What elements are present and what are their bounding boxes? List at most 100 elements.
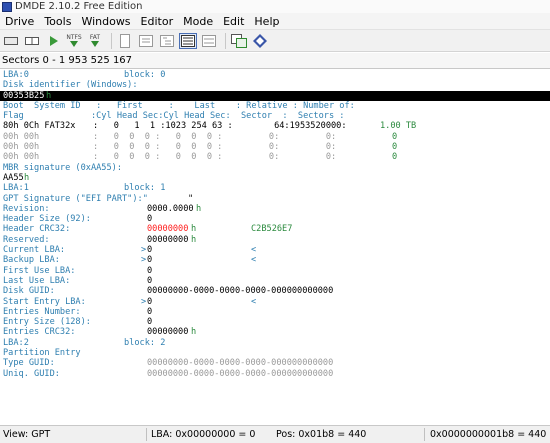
list-item[interactable]: Uniq. GUID: 00000000-0000-0000-0000-0000… [0,369,550,379]
field-value[interactable]: 00000000 [147,224,188,234]
field-value[interactable]: 0000.0000 [147,204,194,214]
list-item[interactable]: Header CRC32: 00000000 h C2B526E7 [0,224,550,234]
ntfs-button[interactable]: NTFS [65,33,83,49]
table-row[interactable]: 80h 0Ch FAT32x : 0 1 1 :1023 254 63 : 64… [0,121,550,131]
field-label: Header Size (92): [3,214,91,225]
menu-help[interactable]: Help [249,13,284,30]
copy-icon [231,33,247,48]
link-marker: < [251,296,257,307]
title-bar: DMDE 2.10.2 Free Edition [0,0,550,13]
undo-button[interactable] [251,33,269,49]
link-marker: < [251,245,257,256]
list-item[interactable]: Last Use LBA: 0 [0,276,550,286]
partitions-button[interactable] [23,33,41,49]
list-item[interactable]: 00353B25 h [0,90,550,101]
field-label: GPT Signature ("EFI PART"):" [3,193,148,204]
list-item[interactable]: Entry Size (128): 0 [0,317,550,327]
hex-icon [202,34,216,47]
list-item: Boot System ID : First : Last : Relative… [0,101,550,111]
hex-suffix: h [191,327,197,338]
field-label: MBR signature (0xAA55): [3,162,122,173]
field-label: Reserved: [3,234,50,245]
field-value[interactable]: AA55 [3,173,24,183]
list-item[interactable]: Revision: 0000.0000 h [0,204,550,214]
hex-suffix: h [191,224,197,235]
table-header: Boot System ID : First : Last : Relative… [3,100,355,111]
list-item[interactable]: Header Size (92): 0 [0,214,550,224]
field-value[interactable]: 0 [147,307,152,317]
list-item[interactable]: Current LBA: > 0 < [0,245,550,255]
partition-values: : 0 0 0 : 0 0 0 : 0: 0: [93,142,337,153]
fat-button[interactable]: FAT [86,33,104,49]
field-value[interactable]: 00000000 [147,235,188,245]
field-label: Header CRC32: [3,224,71,235]
template-icon [181,34,195,47]
hex-suffix: h [46,90,52,101]
lba-label: LBA:2 [3,337,29,348]
list-item: Partition Entry [0,348,550,358]
partition-size: 0 [392,152,398,163]
list-item[interactable]: AA55 h [0,173,550,183]
tree-icon [160,34,174,47]
partition-size: 0 [392,131,398,142]
partition-icon [25,36,39,45]
view-template-button[interactable] [179,32,197,49]
partition-size: 1.00 TB [380,121,417,132]
list-item[interactable]: Disk GUID: 00000000-0000-0000-0000-00000… [0,286,550,296]
table-row[interactable]: 00h 00h : 0 0 0 : 0 0 0 : 0: 0: 0 [0,132,550,142]
list-item[interactable]: Backup LBA: > 0 < [0,255,550,265]
template-view[interactable]: LBA:0 block: 0 Disk identifier (Windows)… [0,70,550,425]
field-value[interactable]: 00000000 [147,327,188,337]
field-label: Entries Number: [3,306,81,317]
copy-sectors-button[interactable] [230,33,248,49]
menu-windows[interactable]: Windows [76,13,135,30]
field-value[interactable]: 0 [147,255,152,265]
list-item: LBA:2 block: 2 [0,338,550,348]
list-item[interactable]: Type GUID: 00000000-0000-0000-0000-00000… [0,358,550,368]
field-value[interactable]: 0 [147,266,152,276]
field-value[interactable]: " [188,194,193,204]
menu-mode[interactable]: Mode [178,13,218,30]
field-value[interactable]: 00000000-0000-0000-0000-000000000000 [147,286,333,296]
list-item[interactable]: GPT Signature ("EFI PART"):" " [0,194,550,204]
table-row[interactable]: 00h 00h : 0 0 0 : 0 0 0 : 0: 0: 0 [0,142,550,152]
field-value[interactable]: 00000000-0000-0000-0000-000000000000 [147,369,333,379]
field-label: Entries CRC32: [3,327,76,338]
menu-tools[interactable]: Tools [39,13,76,30]
view-list-button[interactable] [137,33,155,49]
file-button[interactable] [116,33,134,49]
field-value[interactable]: 0 [147,214,152,224]
list-item[interactable]: Start Entry LBA: > 0 < [0,297,550,307]
status-pos: Pos: 0x01b8 = 440 [276,429,367,440]
view-tree-button[interactable] [158,33,176,49]
status-separator [146,428,147,441]
window-title: DMDE 2.10.2 Free Edition [15,1,143,12]
list-item[interactable]: Entries Number: 0 [0,307,550,317]
menu-editor[interactable]: Editor [136,13,179,30]
field-value[interactable]: 00353B25 [3,91,44,101]
field-label: Backup LBA: [3,255,60,266]
field-value[interactable]: 0 [147,297,152,307]
partition-values: : 0 1 1 :1023 254 63 : 64:1953520000: [93,121,347,132]
view-hex-button[interactable] [200,33,218,49]
block-label: block: 2 [124,337,166,348]
sectors-range: Sectors 0 - 1 953 525 167 [0,53,550,69]
list-item[interactable]: Reserved: 00000000 h [0,235,550,245]
drive-select-button[interactable] [2,33,20,49]
field-label: Entry Size (128): [3,317,91,328]
menu-drive[interactable]: Drive [0,13,39,30]
play-button[interactable] [44,33,62,49]
field-value[interactable]: 0 [147,317,152,327]
hex-suffix: h [191,234,197,245]
file-icon [120,33,130,48]
field-value[interactable]: 0 [147,276,152,286]
list-item: LBA:1 block: 1 [0,183,550,193]
field-value[interactable]: 0 [147,245,152,255]
table-row[interactable]: 00h 00h : 0 0 0 : 0 0 0 : 0: 0: 0 [0,152,550,162]
field-value[interactable]: 00000000-0000-0000-0000-000000000000 [147,358,333,368]
menu-edit[interactable]: Edit [218,13,249,30]
list-item[interactable]: Entries CRC32: 00000000 h [0,327,550,337]
list-item[interactable]: First Use LBA: 0 [0,266,550,276]
list-icon [139,34,153,47]
fat-label: FAT [89,34,101,41]
